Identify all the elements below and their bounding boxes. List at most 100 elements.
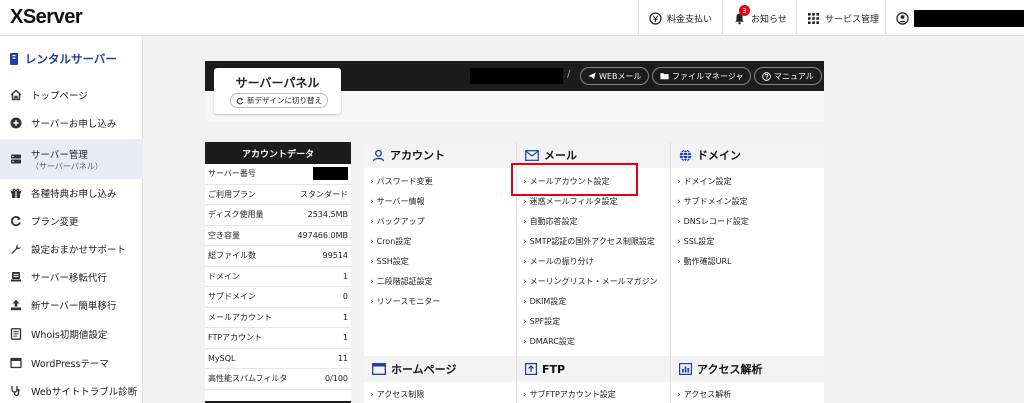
sidebar-item-label: サーバーお申し込み xyxy=(31,119,117,130)
server-id-redacted xyxy=(470,68,563,84)
link-label: SSL設定 xyxy=(683,237,715,246)
sidebar-item-server-management[interactable]: サーバー管理 （サーバーパネル） xyxy=(0,139,143,179)
webmail-button[interactable]: WEBメール xyxy=(580,67,650,85)
link-spam-filter[interactable]: › 迷惑メールフィルタ設定 xyxy=(523,196,617,207)
link-label: SSH設定 xyxy=(376,257,409,266)
sidebar-item-setup-support[interactable]: 設定おまかせサポート xyxy=(0,235,143,263)
refresh-icon xyxy=(10,215,22,227)
link-label: 二段階認証設定 xyxy=(376,277,433,286)
sidebar-item-plan-change[interactable]: プラン変更 xyxy=(0,207,143,235)
chevron-right-icon: › xyxy=(523,296,527,307)
grid-icon xyxy=(807,12,820,25)
table-row: FTPアカウント 1 xyxy=(205,328,351,349)
link-label: DKIM設定 xyxy=(529,297,567,306)
chevron-right-icon: › xyxy=(370,256,374,267)
section-title: アクセス解析 xyxy=(697,363,763,376)
row-label: サーバー番号 xyxy=(208,169,256,179)
link-smtp-restriction[interactable]: › SMTP認証の国外アクセス制限設定 xyxy=(523,236,655,247)
section-title: FTP xyxy=(542,362,566,376)
link-label: バックアップ xyxy=(376,217,425,226)
section-header-ftp: FTP xyxy=(517,356,670,382)
billing-button[interactable]: 料金支払い xyxy=(638,0,722,36)
row-label: 総ファイル数 xyxy=(208,251,256,261)
link-password-change[interactable]: › パスワード変更 xyxy=(370,176,433,187)
home-icon xyxy=(10,89,22,101)
notifications-label: お知らせ xyxy=(751,14,787,25)
file-manager-label: ファイルマネージャ xyxy=(672,71,744,81)
notifications-button[interactable]: 3 お知らせ xyxy=(722,0,797,36)
truck-icon xyxy=(10,271,22,283)
link-label: 自動応答設定 xyxy=(529,217,578,226)
link-ssl[interactable]: › SSL設定 xyxy=(677,236,714,247)
chevron-right-icon: › xyxy=(370,216,374,227)
link-backup[interactable]: › バックアップ xyxy=(370,216,425,227)
table-row: ドメイン 1 xyxy=(205,267,351,287)
link-cron[interactable]: › Cron設定 xyxy=(370,236,411,247)
sidebar-item-benefits[interactable]: 各種特典お申し込み xyxy=(0,179,143,207)
sidebar-item-whois[interactable]: Whois初期値設定 xyxy=(0,320,143,348)
link-auto-reply[interactable]: › 自動応答設定 xyxy=(523,216,578,227)
sidebar-item-easy-migration[interactable]: 新サーバー簡単移行 xyxy=(0,291,143,319)
section-title: アカウント xyxy=(390,149,445,162)
service-management-button[interactable]: サービス管理 xyxy=(796,0,889,36)
chevron-right-icon: › xyxy=(677,236,681,247)
chevron-right-icon: › xyxy=(523,389,527,400)
manual-button[interactable]: マニュアル xyxy=(754,67,822,85)
server-title-icon xyxy=(10,53,18,65)
link-mail-sorting[interactable]: › メールの振り分け xyxy=(523,256,594,267)
sidebar-item-server-apply[interactable]: サーバーお申し込み xyxy=(0,109,143,137)
link-two-factor[interactable]: › 二段階認証設定 xyxy=(370,276,433,287)
refresh-icon xyxy=(236,97,244,105)
chevron-right-icon: › xyxy=(677,216,681,227)
sidebar-item-label: サーバー管理 xyxy=(31,149,88,161)
xserver-logo[interactable]: XServer xyxy=(10,6,83,29)
sidebar-item-site-diagnosis[interactable]: Webサイトトラブル診断 xyxy=(0,377,143,403)
new-design-switch-label: 新デザインに切り替え xyxy=(247,96,322,105)
link-label: ドメイン設定 xyxy=(683,177,732,186)
section-header-homepage: ホームページ xyxy=(364,356,516,382)
link-domain-settings[interactable]: › ドメイン設定 xyxy=(677,176,732,187)
wrench-icon xyxy=(10,243,22,255)
link-dkim[interactable]: › DKIM設定 xyxy=(523,296,566,307)
link-server-info[interactable]: › サーバー情報 xyxy=(370,196,425,207)
sidebar-item-server-migration[interactable]: サーバー移転代行 xyxy=(0,263,143,291)
link-resource-monitor[interactable]: › リソースモニター xyxy=(370,296,440,307)
link-access-restriction[interactable]: › アクセス制限 xyxy=(370,389,424,400)
link-subdomain-settings[interactable]: › サブドメイン設定 xyxy=(677,196,748,207)
link-label: メールの振り分け xyxy=(529,257,594,266)
link-test-url[interactable]: › 動作確認URL xyxy=(677,256,731,267)
link-dns-record[interactable]: › DNSレコード設定 xyxy=(677,216,749,227)
link-dmarc[interactable]: › DMARC設定 xyxy=(523,336,575,347)
link-spf[interactable]: › SPF設定 xyxy=(523,316,560,327)
billing-label: 料金支払い xyxy=(667,14,713,25)
table-row: サーバー番号 xyxy=(205,164,351,185)
server-panel-header: サーバーパネル 新デザインに切り替え / WEBメール ファイルマネージャ マニ… xyxy=(205,61,824,121)
chevron-right-icon: › xyxy=(523,336,527,347)
link-label: サブFTPアカウント設定 xyxy=(529,390,616,399)
sidebar-title[interactable]: レンタルサーバー xyxy=(0,46,143,72)
service-management-label: サービス管理 xyxy=(825,14,880,25)
row-label: ドメイン xyxy=(208,271,240,281)
link-sub-ftp-account[interactable]: › サブFTPアカウント設定 xyxy=(523,389,616,400)
document-icon xyxy=(10,328,22,340)
link-ssh[interactable]: › SSH設定 xyxy=(370,256,409,267)
row-value: 1 xyxy=(342,312,348,322)
row-label: サブドメイン xyxy=(208,292,256,302)
link-label: アクセス制限 xyxy=(376,390,425,399)
table-row: 空き容量 497466.0MB xyxy=(205,226,351,246)
window-icon xyxy=(10,357,22,369)
section-title: ホームページ xyxy=(391,363,457,376)
link-mailing-list[interactable]: › メーリングリスト・メールマガジン xyxy=(523,276,658,287)
account-name-redacted xyxy=(914,10,1024,27)
file-manager-button[interactable]: ファイルマネージャ xyxy=(652,67,752,85)
row-value: 1 xyxy=(342,271,348,281)
sidebar-item-wordpress-theme[interactable]: WordPressテーマ xyxy=(0,349,143,377)
window-icon xyxy=(372,363,386,375)
table-row: メールアカウント 1 xyxy=(205,308,351,328)
sidebar-item-top-page[interactable]: トップページ xyxy=(0,81,143,109)
chevron-right-icon: › xyxy=(523,216,527,227)
new-design-switch-button[interactable]: 新デザインに切り替え xyxy=(230,93,328,108)
link-access-analysis[interactable]: › アクセス解析 xyxy=(677,389,731,400)
table-row: ご利用プラン スタンダード xyxy=(205,185,351,205)
link-label: パスワード変更 xyxy=(376,177,433,186)
